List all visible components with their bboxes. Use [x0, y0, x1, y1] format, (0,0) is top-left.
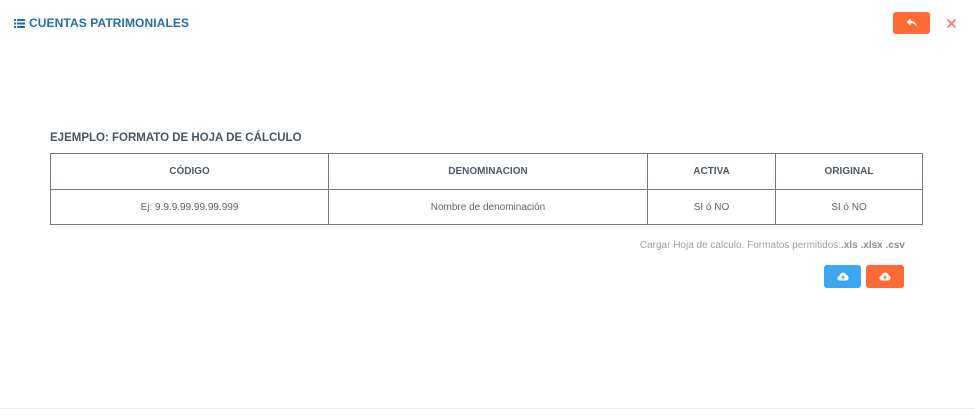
modal-title: CUENTAS PATRIMONIALES: [14, 16, 189, 30]
cloud-upload-icon: [837, 272, 849, 281]
close-icon: [946, 18, 956, 28]
example-format-title: EJEMPLO: FORMATO DE HOJA DE CÁLCULO: [50, 132, 302, 144]
cell-codigo: Ej: 9.9.9.99.99.99.999: [50, 189, 329, 225]
cloud-upload-icon: [879, 272, 891, 281]
cell-original: SI ó NO: [775, 189, 923, 225]
upload-note: Cargar Hoja de calculo. Formatos permiti…: [640, 240, 905, 251]
allowed-formats: .xls .xlsx .csv: [841, 240, 905, 251]
table-row: Ej: 9.9.9.99.99.99.999 Nombre de denomin…: [50, 189, 923, 225]
column-header-original: ORIGINAL: [775, 153, 923, 190]
example-format-table: CÓDIGO DENOMINACION ACTIVA ORIGINAL Ej: …: [50, 153, 923, 225]
cuentas-patrimoniales-modal: CUENTAS PATRIMONIALES EJEMPLO: FORMATO D…: [0, 0, 975, 417]
upload-file-button[interactable]: [824, 265, 861, 288]
upload-note-text: Cargar Hoja de calculo. Formatos permiti…: [639, 240, 842, 251]
column-header-denominacion: DENOMINACION: [328, 153, 648, 190]
back-button[interactable]: [893, 12, 930, 34]
cell-denominacion: Nombre de denominación: [328, 189, 648, 225]
modal-title-text: CUENTAS PATRIMONIALES: [29, 16, 190, 30]
reply-icon: [906, 18, 917, 27]
cell-activa: SI ó NO: [647, 189, 776, 225]
import-file-button[interactable]: [866, 265, 904, 288]
close-button[interactable]: [942, 14, 960, 32]
column-header-activa: ACTIVA: [647, 153, 776, 190]
divider: [0, 408, 975, 409]
table-header-row: CÓDIGO DENOMINACION ACTIVA ORIGINAL: [50, 153, 923, 190]
column-header-codigo: CÓDIGO: [50, 153, 329, 190]
list-icon: [14, 18, 25, 28]
